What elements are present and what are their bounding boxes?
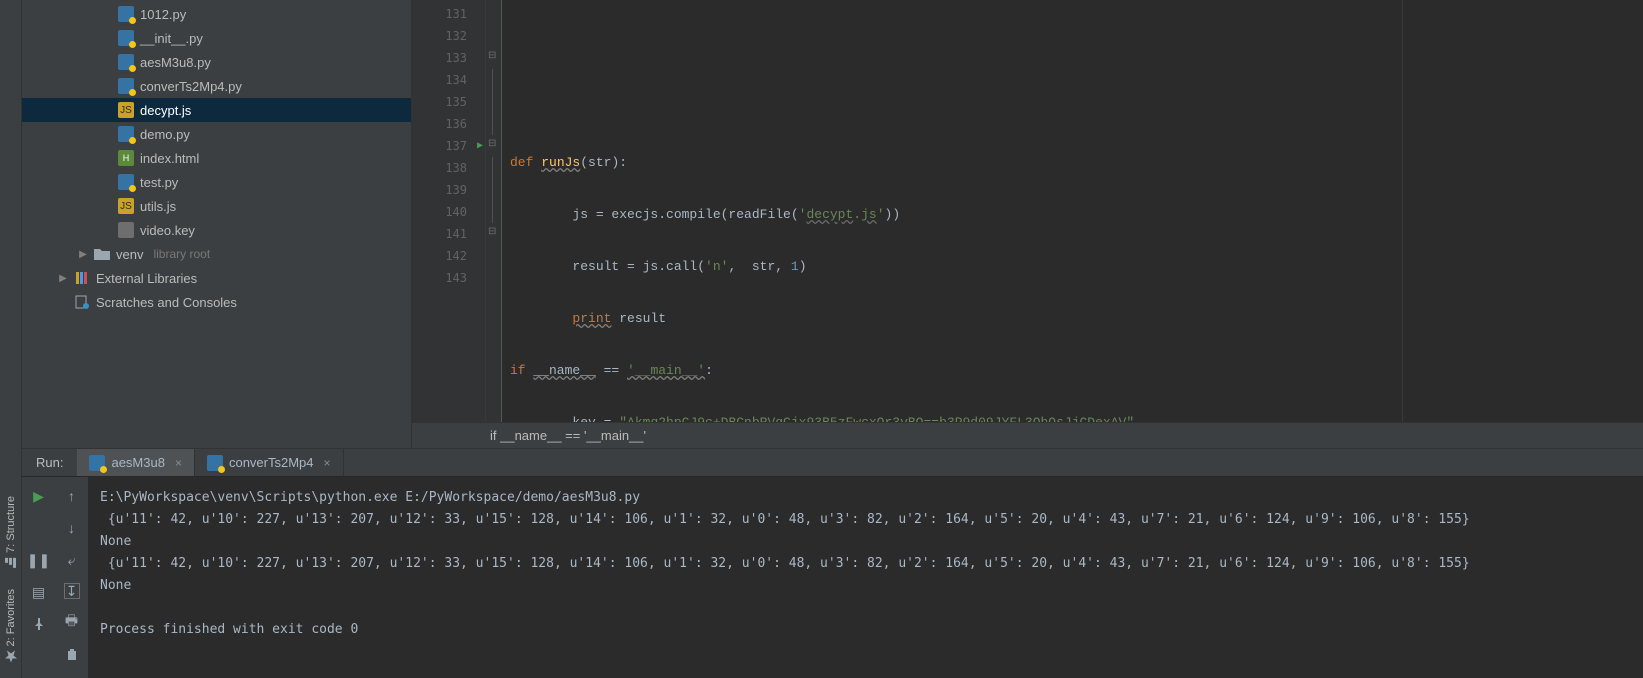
file-index-html[interactable]: Hindex.html xyxy=(22,146,411,170)
run-tabs-bar: Run: aesM3u8 × converTs2Mp4 × xyxy=(22,449,1643,477)
code-line-138: key = "Akmq2hpCJ9c+DBCnbRVgCjx93B5zFwcxQ… xyxy=(502,412,1643,422)
library-root-hint: library root xyxy=(153,247,210,261)
console-output[interactable]: E:\PyWorkspace\venv\Scripts\python.exe E… xyxy=(88,477,1643,678)
file-aesm3u8-py[interactable]: aesM3u8.py xyxy=(22,50,411,74)
trash-icon[interactable] xyxy=(63,645,81,663)
file-test-py[interactable]: test.py xyxy=(22,170,411,194)
editor: 131132133134135136137138139140141142143 … xyxy=(412,0,1643,448)
run-toolbar: ▶ ❚❚ ▤ ↑ ↓ ⤶ ↧ 🖶 xyxy=(22,477,88,678)
left-tool-rail: 7: Structure 2: Favorites xyxy=(0,0,22,678)
python-icon xyxy=(207,455,223,471)
scratch-icon xyxy=(74,294,90,310)
code-area[interactable]: def runJs(str): js = execjs.compile(read… xyxy=(502,0,1643,422)
fold-gutter[interactable] xyxy=(486,0,502,422)
library-icon xyxy=(74,270,90,286)
python-icon xyxy=(89,455,105,471)
down-icon[interactable]: ↓ xyxy=(63,519,81,537)
breadcrumb-item[interactable]: if __name__ == '__main__' xyxy=(490,428,646,443)
run-tool-window: Run: aesM3u8 × converTs2Mp4 × ▶ ❚❚ ▤ xyxy=(22,448,1643,678)
file-utils-js[interactable]: JSutils.js xyxy=(22,194,411,218)
key-icon xyxy=(118,222,134,238)
rail-structure[interactable]: 7: Structure xyxy=(3,486,19,579)
line-gutter[interactable]: 131132133134135136137138139140141142143 xyxy=(412,0,486,422)
right-margin-line xyxy=(1402,0,1403,422)
run-tab-aesm3u8[interactable]: aesM3u8 × xyxy=(77,449,195,476)
js-icon: JS xyxy=(118,198,134,214)
print-icon[interactable]: 🖶 xyxy=(63,613,81,631)
project-tree[interactable]: 1012.py __init__.py aesM3u8.py converTs2… xyxy=(22,0,412,448)
python-icon xyxy=(118,174,134,190)
file-demo-py[interactable]: demo.py xyxy=(22,122,411,146)
python-icon xyxy=(118,30,134,46)
structure-icon xyxy=(5,557,17,569)
python-icon xyxy=(118,78,134,94)
python-icon xyxy=(118,54,134,70)
code-line-135: result = js.call('n', str, 1) xyxy=(502,256,1643,278)
rerun-icon[interactable]: ▶ xyxy=(30,487,48,505)
python-icon xyxy=(118,6,134,22)
layout-icon[interactable]: ▤ xyxy=(30,583,48,601)
soft-wrap-icon[interactable]: ⤶ xyxy=(63,551,81,569)
rail-favorites-label: 2: Favorites xyxy=(5,589,17,646)
file-video-key[interactable]: video.key xyxy=(22,218,411,242)
up-icon[interactable]: ↑ xyxy=(63,487,81,505)
close-icon[interactable]: × xyxy=(175,456,182,470)
rail-structure-label: 7: Structure xyxy=(5,496,17,553)
run-tab-converts2mp4[interactable]: converTs2Mp4 × xyxy=(195,449,344,476)
pause-icon[interactable]: ❚❚ xyxy=(30,551,48,569)
expand-icon[interactable]: ▶ xyxy=(58,273,68,284)
close-icon[interactable]: × xyxy=(324,456,331,470)
python-icon xyxy=(118,126,134,142)
file-1012-py[interactable]: 1012.py xyxy=(22,2,411,26)
file-converts2mp4-py[interactable]: converTs2Mp4.py xyxy=(22,74,411,98)
breadcrumb-bar[interactable]: if __name__ == '__main__' xyxy=(412,422,1643,448)
html-icon: H xyxy=(118,150,134,166)
rail-favorites[interactable]: 2: Favorites xyxy=(3,579,19,672)
scratches-consoles[interactable]: Scratches and Consoles xyxy=(22,290,411,314)
js-icon: JS xyxy=(118,102,134,118)
external-libraries[interactable]: ▶ External Libraries xyxy=(22,266,411,290)
code-line-131 xyxy=(502,48,1643,70)
stop-icon[interactable] xyxy=(30,519,48,537)
folder-icon xyxy=(94,246,110,262)
code-line-136: print result xyxy=(502,308,1643,330)
star-icon xyxy=(5,650,17,662)
pin-icon[interactable] xyxy=(30,615,48,633)
run-label: Run: xyxy=(22,455,77,470)
code-line-134: js = execjs.compile(readFile('decypt.js'… xyxy=(502,204,1643,226)
expand-icon[interactable]: ▶ xyxy=(78,249,88,260)
venv-folder[interactable]: ▶ venv library root xyxy=(22,242,411,266)
file-init-py[interactable]: __init__.py xyxy=(22,26,411,50)
code-line-133: def runJs(str): xyxy=(502,152,1643,174)
code-line-137: if __name__ == '__main__': xyxy=(502,360,1643,382)
file-decypt-js[interactable]: JSdecypt.js xyxy=(22,98,411,122)
code-line-132 xyxy=(502,100,1643,122)
scroll-end-icon[interactable]: ↧ xyxy=(64,583,80,599)
